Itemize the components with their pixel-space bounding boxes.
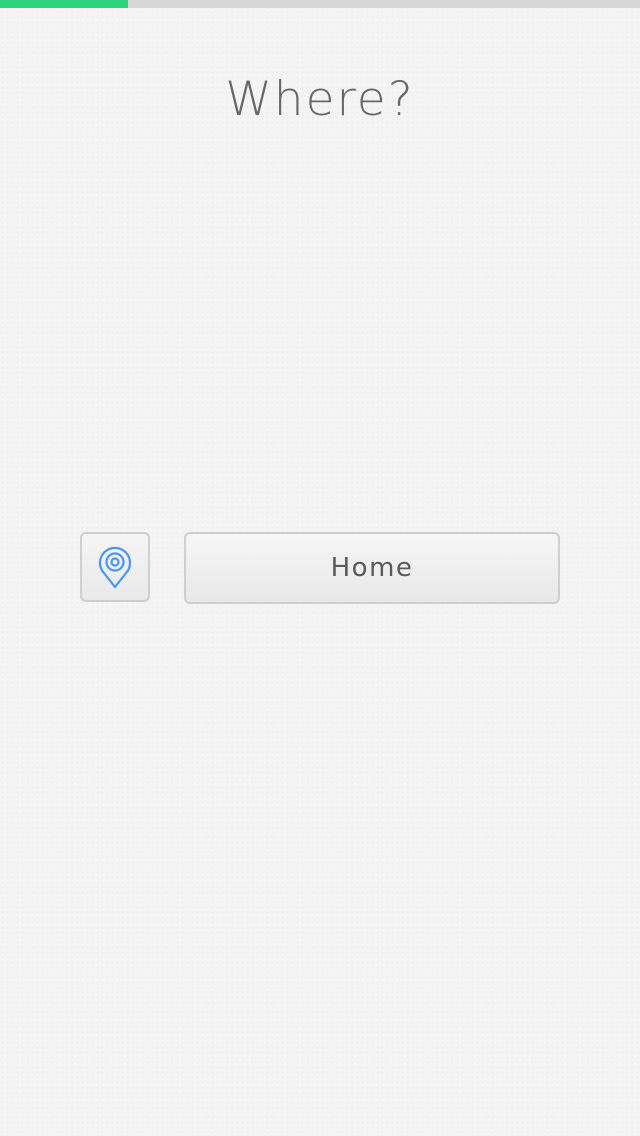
home-place-label: Home bbox=[330, 553, 414, 583]
progress-bar-fill bbox=[0, 0, 128, 8]
page-title: Where? bbox=[225, 72, 415, 127]
location-pin-icon bbox=[96, 545, 134, 589]
progress-bar bbox=[0, 0, 640, 8]
current-location-button[interactable] bbox=[80, 532, 150, 602]
home-place-button[interactable]: Home bbox=[184, 532, 560, 604]
